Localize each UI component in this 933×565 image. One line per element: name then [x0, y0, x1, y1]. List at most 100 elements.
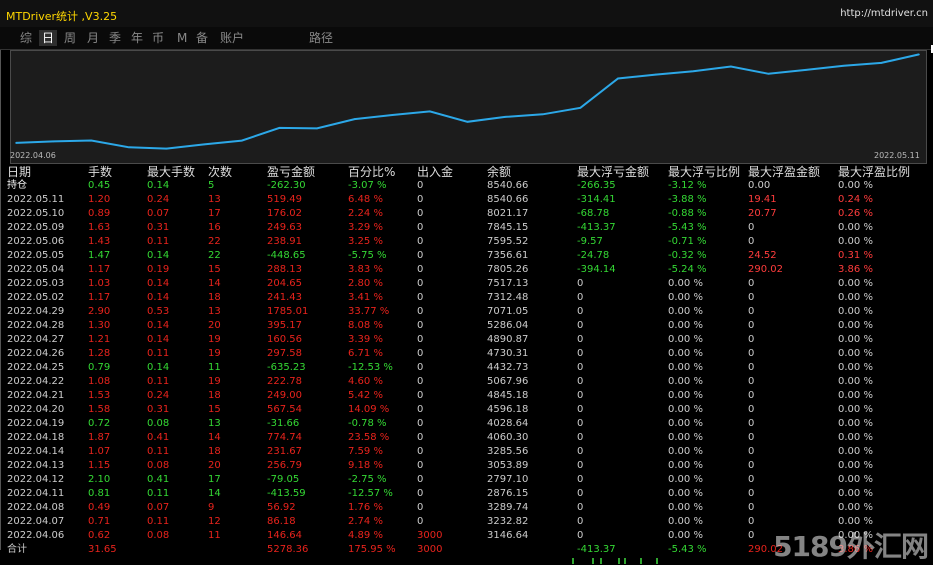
table-cell: 0 — [577, 418, 584, 429]
table-cell: 0.00 % — [668, 292, 703, 303]
tab-0[interactable]: 综 — [17, 30, 35, 46]
table-cell: 256.79 — [267, 460, 302, 471]
table-row[interactable]: 2022.04.08 0.49 0.07 9 56.92 1.76 % 0 3289.74 0 0… — [7, 501, 932, 515]
tab-9[interactable]: 账户 — [217, 30, 247, 46]
header-cell[interactable]: 最大浮亏比例 — [668, 165, 740, 179]
table-cell: 0.00 % — [668, 306, 703, 317]
table-cell: 2022.04.22 — [7, 376, 65, 387]
header-cell[interactable]: 百分比% — [348, 165, 395, 179]
table-row[interactable]: 2022.05.04 1.17 0.19 15 288.13 3.83 % 0 7805.26… — [7, 263, 932, 277]
table-cell: 0.00 % — [668, 474, 703, 485]
total-cell: 175.95 % — [348, 544, 396, 555]
table-row[interactable]: 2022.04.28 1.30 0.14 20 395.17 8.08 % 0 5286.04… — [7, 319, 932, 333]
table-cell: 13 — [208, 418, 221, 429]
table-row[interactable]: 2022.04.11 0.81 0.11 14 -413.59 -12.57 % 0 2876… — [7, 487, 932, 501]
table-cell: 231.67 — [267, 446, 302, 457]
table-cell: 0.08 — [147, 460, 170, 471]
header-cell[interactable]: 出入金 — [417, 165, 453, 179]
table-row[interactable]: 2022.04.12 2.10 0.41 17 -79.05 -2.75 % 0 2797.1… — [7, 473, 932, 487]
table-cell: 774.74 — [267, 432, 302, 443]
table-cell: 4730.31 — [487, 348, 529, 359]
table-cell: 22 — [208, 250, 221, 261]
table-row[interactable]: 2022.04.21 1.53 0.24 18 249.00 5.42 % 0 4845.18… — [7, 389, 932, 403]
table-row[interactable]: 2022.05.05 1.47 0.14 22 -448.65 -5.75 % 0 7356.… — [7, 249, 932, 263]
header-cell[interactable]: 盈亏金额 — [267, 165, 315, 179]
table-cell: 0.00 % — [668, 530, 703, 541]
table-cell: 0.14 — [147, 292, 170, 303]
table-cell: 0 — [417, 418, 424, 429]
table-row[interactable]: 2022.04.19 0.72 0.08 13 -31.66 -0.78 % 0 4028.6… — [7, 417, 932, 431]
table-cell: 0.00 % — [838, 390, 873, 401]
table-cell: 0 — [417, 334, 424, 345]
table-row[interactable]: 2022.04.26 1.28 0.11 19 297.58 6.71 % 0 4730.31… — [7, 347, 932, 361]
table-row[interactable]: 2022.05.06 1.43 0.11 22 238.91 3.25 % 0 7595.52… — [7, 235, 932, 249]
table-cell: 5067.96 — [487, 376, 529, 387]
table-row[interactable]: 2022.05.02 1.17 0.14 18 241.43 3.41 % 0 7312.48… — [7, 291, 932, 305]
table-cell: 0 — [748, 446, 755, 457]
table-row[interactable]: 2022.04.29 2.90 0.53 13 1785.01 33.77 % 0 7071.… — [7, 305, 932, 319]
table-row[interactable]: 2022.04.14 1.07 0.11 18 231.67 7.59 % 0 3285.56… — [7, 445, 932, 459]
table-cell: 3.83 % — [348, 264, 383, 275]
table-row[interactable]: 2022.05.10 0.89 0.07 17 176.02 2.24 % 0 8021.17… — [7, 207, 932, 221]
bottom-bar-tick — [592, 558, 594, 564]
header-cell[interactable]: 最大浮盈比例 — [838, 165, 910, 179]
tab-5[interactable]: 年 — [128, 30, 146, 46]
header-cell[interactable]: 最大手数 — [147, 165, 195, 179]
tab-7[interactable]: M — [174, 30, 190, 46]
table-cell: -2.75 % — [348, 474, 387, 485]
table-cell: 0.14 — [147, 362, 170, 373]
table-row[interactable]: 2022.05.11 1.20 0.24 13 519.49 6.48 % 0 8540.66… — [7, 193, 932, 207]
table-row[interactable]: 2022.04.20 1.58 0.31 15 567.54 14.09 % 0 4596.1… — [7, 403, 932, 417]
header-cell[interactable]: 次数 — [208, 165, 232, 179]
tab-1[interactable]: 日 — [39, 30, 58, 46]
tab-10[interactable]: 路径 — [306, 30, 336, 46]
table-row[interactable]: 2022.04.27 1.21 0.14 19 160.56 3.39 % 0 4890.87… — [7, 333, 932, 347]
table-row[interactable]: 2022.04.25 0.79 0.14 11 -635.23 -12.53 % 0 4432… — [7, 361, 932, 375]
table-cell: 0.31 — [147, 404, 170, 415]
table-cell: 519.49 — [267, 194, 302, 205]
table-cell: 18 — [208, 390, 221, 401]
equity-point — [730, 65, 732, 68]
header-cell[interactable]: 最大浮亏金额 — [577, 165, 649, 179]
header-cell[interactable]: 最大浮盈金额 — [748, 165, 820, 179]
tab-6[interactable]: 币 — [149, 30, 167, 46]
table-row[interactable]: 2022.05.09 1.63 0.31 16 249.63 3.29 % 0 7845.15… — [7, 221, 932, 235]
table-cell: -5.43 % — [668, 222, 707, 233]
header-cell[interactable]: 日期 — [7, 165, 31, 179]
tab-4[interactable]: 季 — [106, 30, 124, 46]
table-cell: 3053.89 — [487, 460, 529, 471]
table-cell: 0.11 — [147, 516, 170, 527]
table-row[interactable]: 2022.04.18 1.87 0.41 14 774.74 23.58 % 0 4060.3… — [7, 431, 932, 445]
table-cell: -31.66 — [267, 418, 300, 429]
table-cell: 0 — [417, 460, 424, 471]
table-cell: -12.53 % — [348, 362, 393, 373]
tab-8[interactable]: 备 — [193, 30, 211, 46]
table-cell: 0.24 — [147, 390, 170, 401]
table-cell: 9 — [208, 502, 215, 513]
table-cell: 0 — [748, 488, 755, 499]
table-cell: 1.17 — [88, 264, 111, 275]
table-row[interactable]: 持仓 0.45 0.14 5 -262.30 -3.07 % 0 8540.66 -266.35… — [7, 179, 932, 193]
header-cell[interactable]: 余额 — [487, 165, 511, 179]
table-row[interactable]: 2022.04.22 1.08 0.11 19 222.78 4.60 % 0 5067.96… — [7, 375, 932, 389]
table-cell: -9.57 — [577, 236, 603, 247]
daily-stats-table: 日期 手数 最大手数 次数 盈亏金额 百分比% 出入金 余额 最大浮亏金额 最大浮亏比例 最大浮盈金… — [7, 165, 932, 557]
table-row[interactable]: 2022.04.13 1.15 0.08 20 256.79 9.18 % 0 3053.89… — [7, 459, 932, 473]
table-cell: 0.26 % — [838, 208, 873, 219]
header-cell[interactable]: 手数 — [88, 165, 112, 179]
equity-chart — [10, 50, 927, 164]
table-cell: 0 — [748, 404, 755, 415]
table-cell: 0 — [748, 222, 755, 233]
table-cell: 2022.05.05 — [7, 250, 65, 261]
table-cell: 0.00 % — [668, 418, 703, 429]
table-cell: 0 — [417, 376, 424, 387]
table-cell: 0 — [417, 320, 424, 331]
tab-2[interactable]: 周 — [61, 30, 79, 46]
table-cell: 0.41 — [147, 474, 170, 485]
table-row[interactable]: 2022.05.03 1.03 0.14 14 204.65 2.80 % 0 7517.13… — [7, 277, 932, 291]
table-cell: 1.43 — [88, 236, 111, 247]
site-link[interactable]: http://mtdriver.cn — [840, 8, 928, 19]
table-cell: 0.24 — [147, 194, 170, 205]
equity-point — [767, 73, 770, 75]
tab-3[interactable]: 月 — [84, 30, 102, 46]
